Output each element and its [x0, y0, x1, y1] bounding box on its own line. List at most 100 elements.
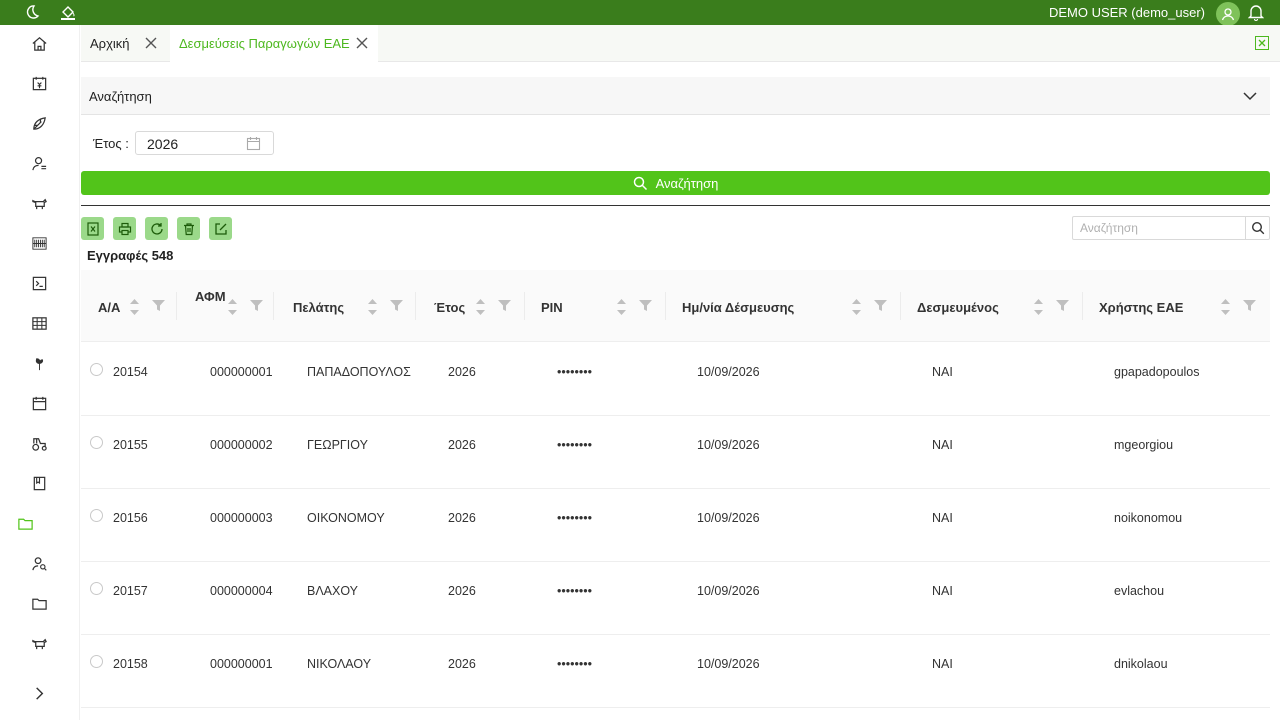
cow-icon[interactable] — [30, 194, 48, 212]
sort-icon[interactable] — [616, 296, 627, 318]
search-button[interactable]: Αναζήτηση — [81, 171, 1270, 195]
tab-bar: Αρχική Δεσμεύσεις Παραγωγών ΕΑΕ — [81, 25, 1280, 62]
cell-afm: 000000004 — [210, 584, 273, 598]
table-row[interactable]: 20157 000000004 ΒΛΑΧΟΥ 2026 •••••••• 10/… — [81, 562, 1270, 635]
row-select-radio[interactable] — [90, 363, 103, 376]
search-icon[interactable] — [1245, 217, 1269, 239]
moon-icon[interactable] — [23, 3, 41, 21]
barcode-icon[interactable] — [30, 234, 48, 252]
sort-icon[interactable] — [1033, 296, 1044, 318]
records-count: Εγγραφές 548 — [87, 248, 174, 263]
cow-icon[interactable] — [30, 634, 48, 652]
column-header-eae-user[interactable]: Χρήστης ΕΑΕ — [1083, 270, 1270, 342]
cell-year: 2026 — [448, 365, 476, 379]
filter-icon[interactable] — [874, 299, 887, 312]
bell-icon[interactable] — [1247, 3, 1266, 21]
cell-afm: 000000001 — [210, 365, 273, 379]
table-row[interactable]: 20158 000000001 ΝΙΚΟΛΑΟΥ 2026 •••••••• 1… — [81, 635, 1270, 708]
cell-year: 2026 — [448, 657, 476, 671]
cell-date: 10/09/2026 — [697, 584, 760, 598]
search-panel-title: Αναζήτηση — [89, 89, 152, 104]
search-button-label: Αναζήτηση — [655, 175, 719, 191]
close-all-tabs-icon[interactable] — [1255, 36, 1269, 50]
cell-date: 10/09/2026 — [697, 657, 760, 671]
filter-icon[interactable] — [498, 299, 511, 312]
year-picker[interactable]: 2026 — [135, 131, 274, 155]
user-name[interactable]: DEMO USER (demo_user) — [1049, 5, 1205, 20]
table-search-input[interactable] — [1073, 217, 1247, 239]
year-value: 2026 — [147, 136, 179, 152]
sort-icon[interactable] — [227, 296, 238, 318]
cell-aa: 20154 — [113, 365, 148, 379]
calendar-money-icon[interactable] — [30, 74, 48, 92]
filter-icon[interactable] — [1056, 299, 1069, 312]
terminal-icon[interactable] — [30, 274, 48, 292]
close-icon[interactable] — [144, 36, 158, 50]
folder-icon[interactable] — [30, 594, 48, 612]
table-icon[interactable] — [30, 314, 48, 332]
cell-afm: 000000002 — [210, 438, 273, 452]
cell-pin: •••••••• — [557, 365, 593, 379]
user-avatar-icon[interactable] — [1216, 2, 1240, 26]
expand-icon[interactable] — [30, 684, 48, 702]
table-row[interactable]: 20155 000000002 ΓΕΩΡΓΙΟΥ 2026 •••••••• 1… — [81, 416, 1270, 489]
book-icon[interactable] — [30, 474, 48, 492]
row-select-radio[interactable] — [90, 582, 103, 595]
column-header-pin[interactable]: PIN — [525, 270, 666, 342]
column-header-client[interactable]: Πελάτης — [274, 270, 416, 342]
print-icon[interactable] — [113, 217, 136, 240]
cell-aa: 20157 — [113, 584, 148, 598]
cell-reserved: ΝΑΙ — [932, 584, 953, 598]
cell-user: mgeorgiou — [1114, 438, 1174, 452]
chevron-down-icon[interactable] — [1242, 89, 1258, 106]
cell-date: 10/09/2026 — [697, 511, 760, 525]
filter-icon[interactable] — [152, 299, 165, 312]
tractor-icon[interactable] — [30, 434, 48, 452]
cell-user: noikonomou — [1114, 511, 1183, 525]
table-row[interactable]: 20154 000000001 ΠΑΠΑΔΟΠΟΥΛΟΣ 2026 ••••••… — [81, 343, 1270, 416]
sidebar — [0, 25, 80, 720]
row-select-radio[interactable] — [90, 655, 103, 668]
column-header-reserved[interactable]: Δεσμευμένος — [901, 270, 1083, 342]
table-row[interactable]: 20156 000000003 ΟΙΚΟΝΟΜΟΥ 2026 •••••••• … — [81, 489, 1270, 562]
column-header-year[interactable]: Έτος — [416, 270, 525, 342]
cell-client: ΠΑΠΑΔΟΠΟΥΛΟΣ — [307, 365, 411, 379]
search-panel-header[interactable]: Αναζήτηση — [81, 77, 1270, 115]
row-select-radio[interactable] — [90, 509, 103, 522]
cell-user: gpapadopoulos — [1114, 365, 1200, 379]
filter-icon[interactable] — [390, 299, 403, 312]
filter-icon[interactable] — [1243, 299, 1256, 312]
sort-icon[interactable] — [851, 296, 862, 318]
sort-icon[interactable] — [475, 296, 486, 318]
delete-icon[interactable] — [177, 217, 200, 240]
calendar-icon[interactable] — [246, 136, 261, 154]
column-header-reservation-date[interactable]: Ημ/νία Δέσμευσης — [666, 270, 901, 342]
column-header-afm[interactable]: ΑΦΜ — [177, 270, 274, 342]
edit-icon[interactable] — [209, 217, 232, 240]
cell-pin: •••••••• — [557, 657, 593, 671]
sort-icon[interactable] — [367, 296, 378, 318]
tab-producer-reservations[interactable]: Δεσμεύσεις Παραγωγών ΕΑΕ — [170, 25, 378, 62]
row-select-radio[interactable] — [90, 436, 103, 449]
tab-home[interactable]: Αρχική — [81, 25, 170, 62]
user-search-icon[interactable] — [30, 554, 48, 572]
table-header: Α/Α ΑΦΜ Πελάτης Έτος PIN Ημ/νία Δέσμευση… — [81, 270, 1270, 342]
sort-icon[interactable] — [1220, 296, 1231, 318]
user-list-icon[interactable] — [30, 154, 48, 172]
filter-icon[interactable] — [639, 299, 652, 312]
sort-icon[interactable] — [129, 296, 140, 318]
table-search[interactable] — [1072, 216, 1270, 240]
close-icon[interactable] — [355, 36, 369, 50]
tree-icon[interactable] — [30, 354, 48, 372]
paint-bucket-icon[interactable] — [59, 3, 77, 21]
calendar-icon[interactable] — [30, 394, 48, 412]
home-icon[interactable] — [30, 34, 48, 52]
folder-icon[interactable] — [16, 514, 34, 532]
excel-export-icon[interactable] — [81, 217, 104, 240]
column-label: Έτος — [434, 300, 466, 315]
refresh-icon[interactable] — [145, 217, 168, 240]
filter-icon[interactable] — [250, 299, 263, 312]
cell-aa: 20155 — [113, 438, 148, 452]
leaf-icon[interactable] — [30, 114, 48, 132]
column-header-aa[interactable]: Α/Α — [81, 270, 177, 342]
